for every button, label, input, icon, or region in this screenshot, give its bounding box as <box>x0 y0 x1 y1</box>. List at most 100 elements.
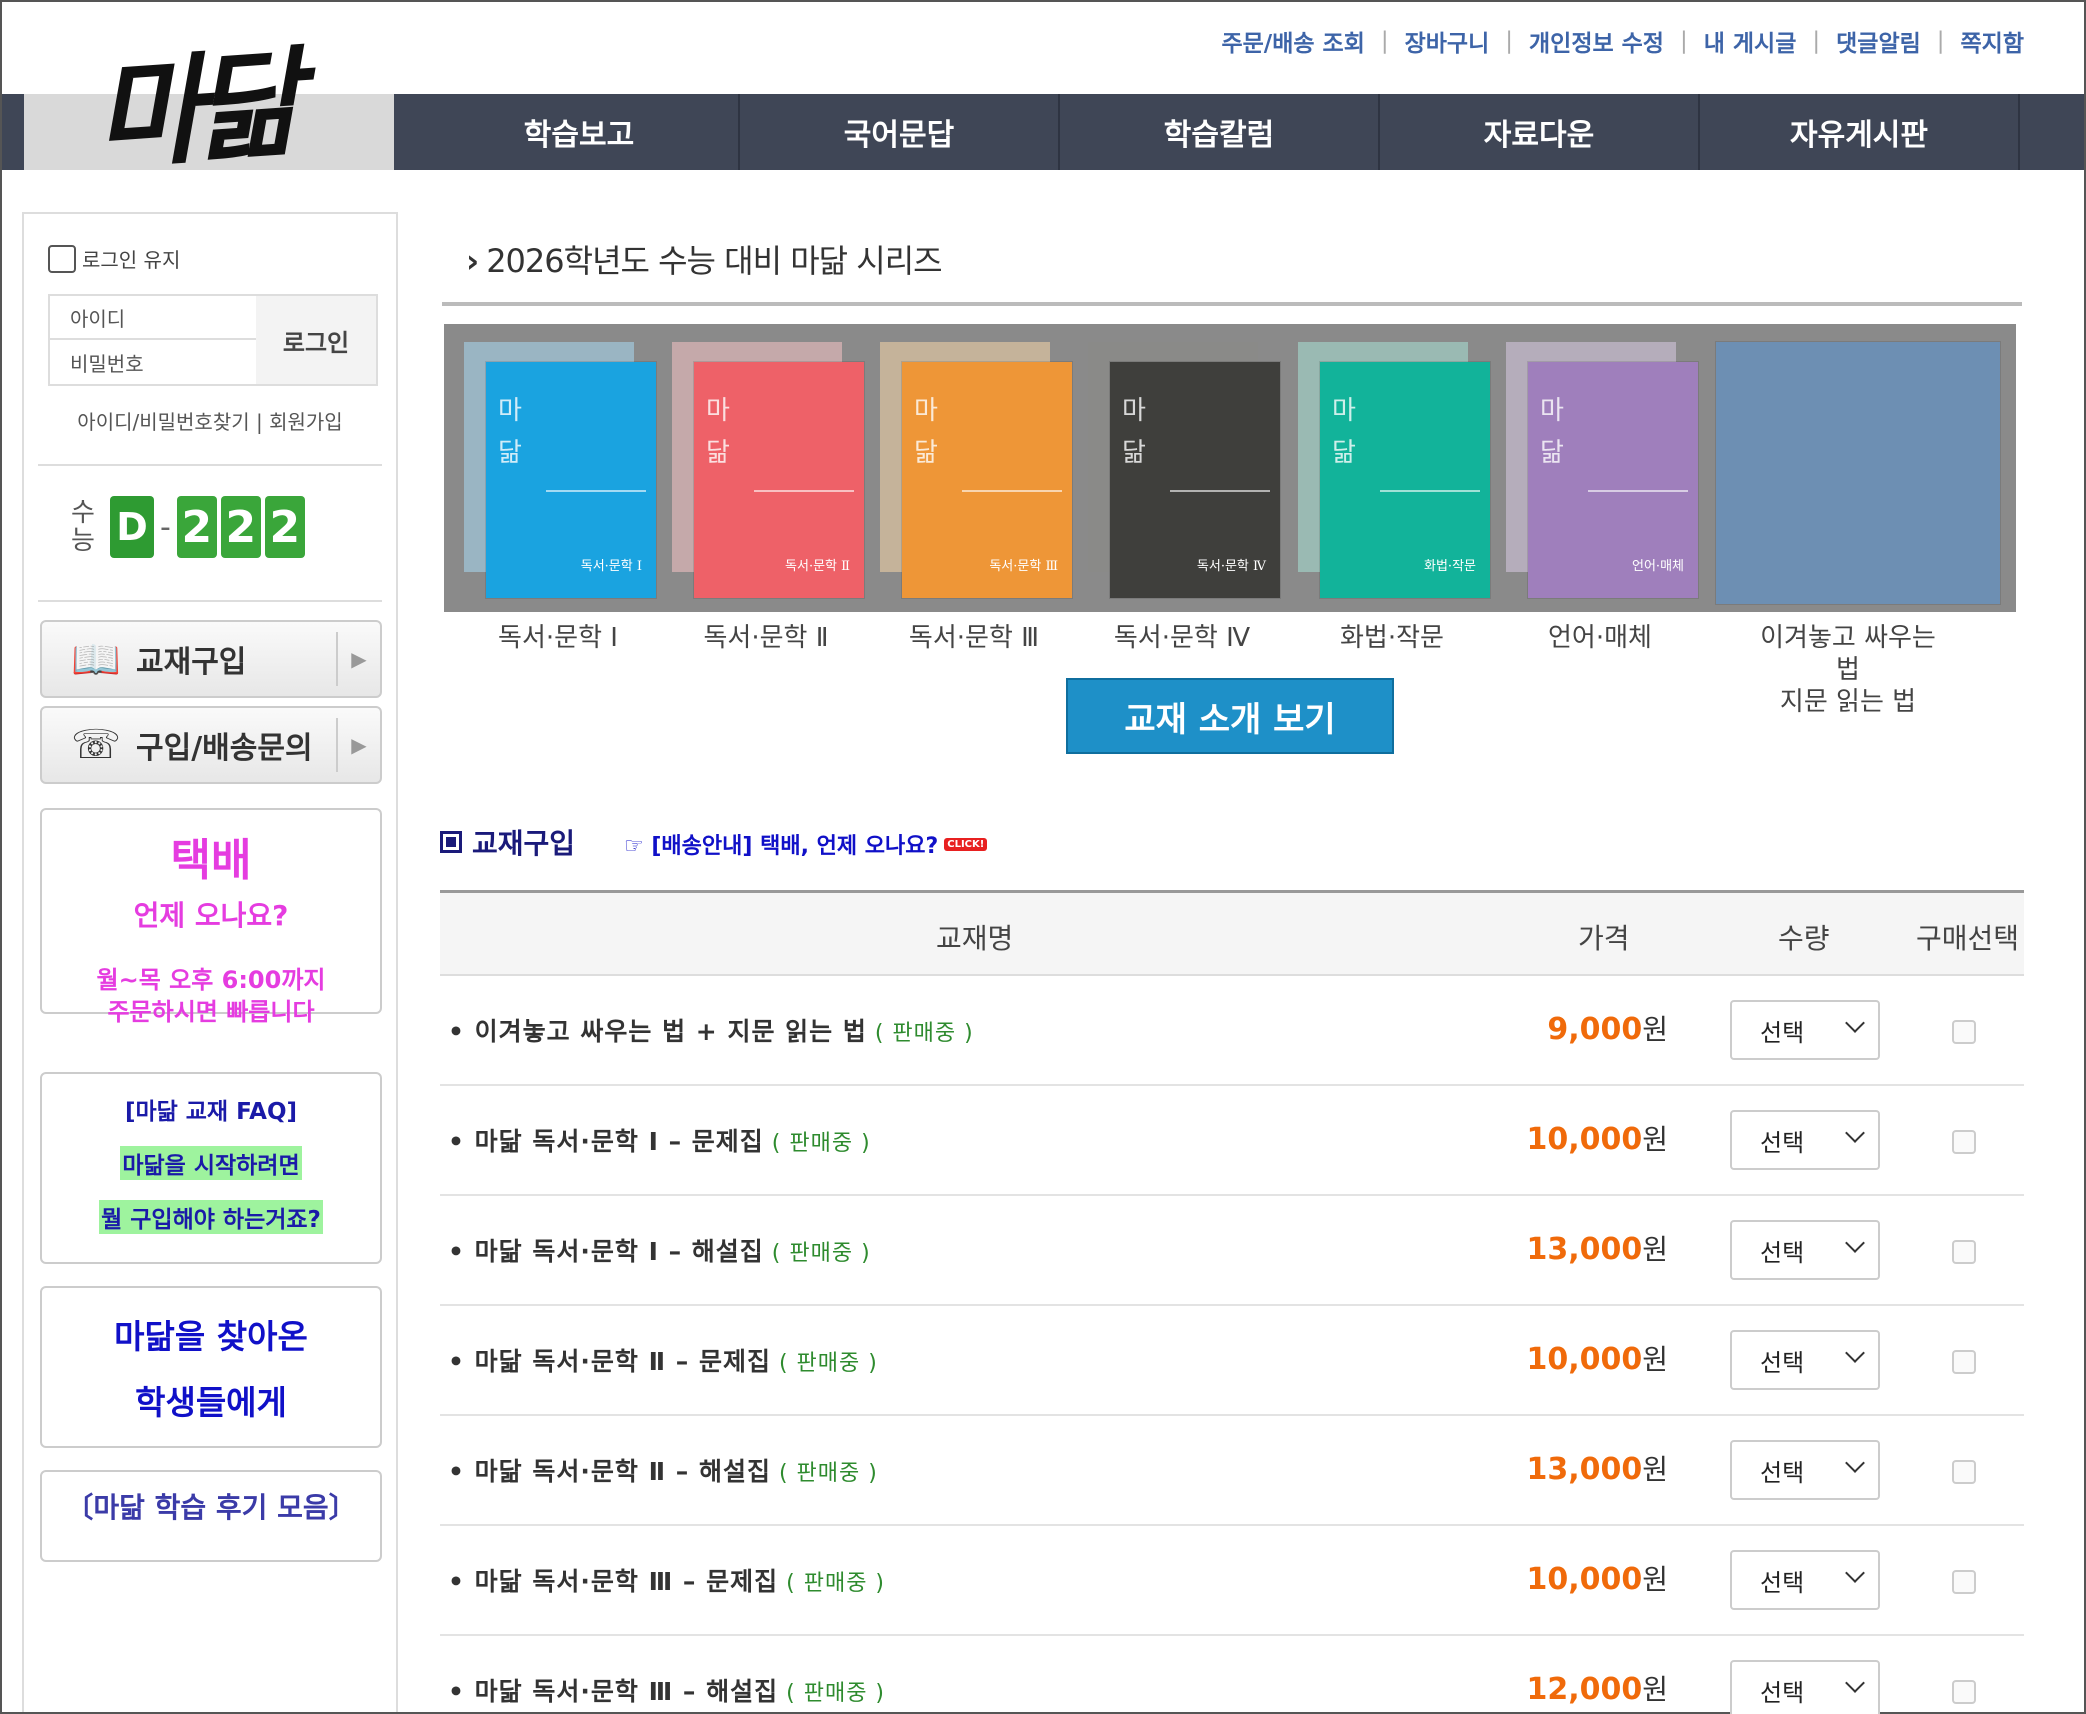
dday-digit: 2 <box>264 496 305 558</box>
purchase-checkbox[interactable] <box>1952 1020 1976 1044</box>
find-account-links[interactable]: 아이디/비밀번호찾기 | 회원가입 <box>24 406 396 435</box>
faq-line: 뭘 구입해야 하는거죠? <box>99 1200 323 1234</box>
purchase-checkbox[interactable] <box>1952 1460 1976 1484</box>
keep-login[interactable]: 로그인 유지 <box>48 244 180 273</box>
chevron-down-icon <box>1845 1013 1865 1033</box>
chevron-down-icon <box>1845 1123 1865 1143</box>
book-cover[interactable]: 마 닮독서·문학 Ⅳ <box>1088 342 1280 598</box>
site-logo[interactable]: 마닮 <box>24 8 394 185</box>
nav-item-study-report[interactable]: 학습보고 <box>420 94 740 170</box>
logo-text: 마닮 <box>90 33 297 186</box>
textbook-intro-button[interactable]: 교재 소개 보기 <box>1066 678 1394 754</box>
currency: 원 <box>1642 1453 1668 1486</box>
top-links: 주문/배송 조회 | 장바구니 | 개인정보 수정 | 내 게시글 | 댓글알림 | 쪽지… <box>1221 24 2024 58</box>
book-label[interactable]: 독서·문학 Ⅳ <box>1082 622 1282 654</box>
login-button[interactable]: 로그인 <box>256 296 376 384</box>
currency: 원 <box>1642 1343 1668 1376</box>
nav-item-free-board[interactable]: 자유게시판 <box>1700 94 2020 170</box>
comment-alerts-link[interactable]: 댓글알림 <box>1836 24 1921 58</box>
dday-label: 수 능 <box>71 498 95 556</box>
book-cover[interactable]: 마 닮 언어·매체 <box>1506 342 1698 598</box>
table-row: • 마닮 독서·문학 Ⅱ – 문제집( 판매중 ) 10,000원 선택 <box>440 1306 2024 1416</box>
quantity-select[interactable]: 선택 <box>1730 1110 1880 1170</box>
students-message-box[interactable]: 마닮을 찾아온 학생들에게 <box>40 1286 382 1448</box>
book-label[interactable]: 화법·작문 <box>1292 622 1492 654</box>
cover-subtitle: 독서·문학 Ⅳ <box>1196 559 1266 574</box>
quantity-select[interactable]: 선택 <box>1730 1000 1880 1060</box>
purchase-title: 교재구입 <box>440 822 575 862</box>
textbook-name[interactable]: • 마닮 독서·문학 Ⅲ – 문제집( 판매중 ) <box>448 1562 885 1598</box>
column-header-select: 구매선택 <box>1916 922 2020 955</box>
book-cover[interactable] <box>1716 342 2006 604</box>
faq-title: [마닮 교재 FAQ] <box>124 1099 298 1125</box>
book-cover-front <box>1716 342 2000 604</box>
shipping-inquiry-button[interactable]: ☏ 구입/배송문의 ▶ <box>40 706 382 784</box>
cover-title: 마닮 <box>1122 396 1146 468</box>
square-icon <box>440 831 462 853</box>
my-posts-link[interactable]: 내 게시글 <box>1704 24 1797 58</box>
id-input[interactable]: 아이디 <box>50 296 258 340</box>
price: 13,000원 <box>1526 1232 1668 1267</box>
column-header-qty: 수량 <box>1778 922 1830 955</box>
currency: 원 <box>1642 1123 1668 1156</box>
buy-textbook-button[interactable]: 📖 교재구입 ▶ <box>40 620 382 698</box>
chevron-right-icon: › <box>466 242 479 280</box>
textbook-name[interactable]: • 이겨놓고 싸우는 법 + 지문 읽는 법( 판매중 ) <box>448 1012 974 1048</box>
delivery-info-box[interactable]: 택배 언제 오나요? 월~목 오후 6:00까지 주문하시면 빠릅니다 <box>40 808 382 1026</box>
table-row: • 이겨놓고 싸우는 법 + 지문 읽는 법( 판매중 ) 9,000원 선택 <box>440 976 2024 1086</box>
nav-item-study-column[interactable]: 학습칼럼 <box>1060 94 1380 170</box>
phone-icon: ☏ <box>70 722 122 768</box>
quantity-select[interactable]: 선택 <box>1730 1440 1880 1500</box>
cover-title: 마닮 <box>1540 396 1564 468</box>
textbook-name[interactable]: • 마닮 독서·문학 Ⅱ – 해설집( 판매중 ) <box>448 1452 878 1488</box>
textbook-name[interactable]: • 마닮 독서·문학 Ⅰ – 문제집( 판매중 ) <box>448 1122 871 1158</box>
order-tracking-link[interactable]: 주문/배송 조회 <box>1221 24 1364 58</box>
price: 13,000원 <box>1526 1452 1668 1487</box>
purchase-checkbox[interactable] <box>1952 1240 1976 1264</box>
purchase-checkbox[interactable] <box>1952 1350 1976 1374</box>
chevron-down-icon <box>1845 1563 1865 1583</box>
messages-link[interactable]: 쪽지함 <box>1961 24 2024 58</box>
cart-link[interactable]: 장바구니 <box>1405 24 1490 58</box>
shipping-guide-link[interactable]: ☞ [배송안내] 택배, 언제 오나요? CLICK! <box>624 828 988 860</box>
click-badge: CLICK! <box>944 837 988 851</box>
bird-line <box>1588 490 1688 492</box>
purchase-checkbox[interactable] <box>1952 1570 1976 1594</box>
textbook-name[interactable]: • 마닮 독서·문학 Ⅱ – 문제집( 판매중 ) <box>448 1342 878 1378</box>
quantity-select[interactable]: 선택 <box>1730 1550 1880 1610</box>
buy-textbook-label: 교재구입 <box>136 645 247 680</box>
book-cover[interactable]: 마 닮 독서·문학 Ⅰ <box>464 342 656 598</box>
currency: 원 <box>1642 1563 1668 1596</box>
edit-profile-link[interactable]: 개인정보 수정 <box>1529 24 1664 58</box>
book-cover[interactable]: 마 닮 화법·작문 <box>1298 342 1490 598</box>
main-nav: 학습보고 국어문답 학습칼럼 자료다운 자유게시판 <box>420 94 2020 170</box>
purchase-checkbox[interactable] <box>1952 1130 1976 1154</box>
cover-subtitle: 독서·문학 Ⅲ <box>989 559 1058 574</box>
book-label[interactable]: 이겨놓고 싸우는 법 지문 읽는 법 <box>1748 622 1948 718</box>
quantity-select[interactable]: 선택 <box>1730 1330 1880 1390</box>
book-cover[interactable]: 마 닮 독서·문학 Ⅲ <box>880 342 1072 598</box>
currency: 원 <box>1642 1013 1668 1046</box>
faq-box[interactable]: [마닮 교재 FAQ] 마닮을 시작하려면 뭘 구입해야 하는거죠? <box>40 1072 382 1264</box>
cover-subtitle: 화법·작문 <box>1424 559 1476 574</box>
divider <box>442 302 2022 306</box>
table-row: • 마닮 독서·문학 Ⅲ – 해설집( 판매중 ) 12,000원 선택 <box>440 1636 2024 1714</box>
book-label[interactable]: 독서·문학 Ⅱ <box>666 622 866 654</box>
quantity-select[interactable]: 선택 <box>1730 1660 1880 1714</box>
password-input[interactable]: 비밀번호 <box>50 340 258 384</box>
textbook-name[interactable]: • 마닮 독서·문학 Ⅰ – 해설집( 판매중 ) <box>448 1232 871 1268</box>
purchase-checkbox[interactable] <box>1952 1680 1976 1704</box>
book-label[interactable]: 독서·문학 Ⅲ <box>874 622 1074 654</box>
table-row: • 마닮 독서·문학 Ⅰ – 해설집( 판매중 ) 13,000원 선택 <box>440 1196 2024 1306</box>
textbook-name[interactable]: • 마닮 독서·문학 Ⅲ – 해설집( 판매중 ) <box>448 1672 885 1708</box>
book-label[interactable]: 독서·문학 Ⅰ <box>458 622 658 654</box>
reviews-box[interactable]: 〔마닮 학습 후기 모음〕 <box>40 1470 382 1562</box>
nav-item-downloads[interactable]: 자료다운 <box>1380 94 1700 170</box>
book-cover[interactable]: 마 닮 독서·문학 Ⅱ <box>672 342 864 598</box>
column-header-price: 가격 <box>1578 922 1630 955</box>
quantity-select[interactable]: 선택 <box>1730 1220 1880 1280</box>
nav-item-korean-qa[interactable]: 국어문답 <box>740 94 1060 170</box>
book-label[interactable]: 언어·매체 <box>1500 622 1700 654</box>
keep-login-checkbox[interactable] <box>48 244 76 273</box>
students-message: 마닮을 찾아온 학생들에게 <box>114 1317 308 1422</box>
